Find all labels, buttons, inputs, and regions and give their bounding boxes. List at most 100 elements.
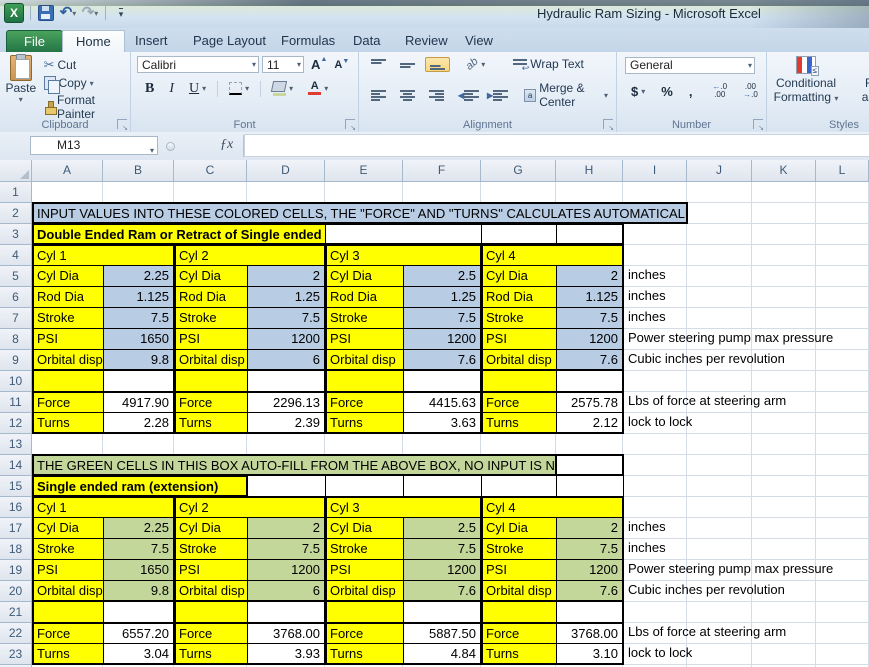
cell-A21[interactable]	[32, 601, 104, 623]
column-header-A[interactable]: A	[32, 160, 103, 182]
cell-G22[interactable]: Force	[481, 622, 557, 644]
cell-G18[interactable]: Stroke	[481, 538, 557, 560]
cell-E12[interactable]: Turns	[325, 412, 404, 434]
cell-C5[interactable]: Cyl Dia	[174, 265, 248, 287]
row-header-3[interactable]: 3	[0, 224, 32, 245]
wrap-text-button[interactable]: Wrap Text	[509, 56, 588, 72]
cell-B20[interactable]: 9.8	[103, 580, 175, 602]
excel-logo-icon[interactable]: X	[4, 4, 24, 22]
cell-I17[interactable]: inches	[623, 517, 869, 539]
cell-H5[interactable]: 2	[556, 265, 624, 287]
cell-H23[interactable]: 3.10	[556, 643, 624, 665]
cell-C23[interactable]: Turns	[174, 643, 248, 665]
save-icon[interactable]	[37, 4, 55, 22]
row-header-23[interactable]: 23	[0, 644, 32, 665]
cell-E8[interactable]: PSI	[325, 328, 404, 350]
conditional-formatting-button[interactable]: Conditional Formatting ▾	[767, 56, 845, 106]
cell-C4[interactable]: Cyl 2	[174, 244, 326, 266]
row-header-8[interactable]: 8	[0, 329, 32, 350]
align-left-button[interactable]	[367, 89, 390, 102]
cell-H17[interactable]: 2	[556, 517, 624, 539]
italic-button[interactable]: I	[165, 81, 178, 97]
cell-A16[interactable]: Cyl 1	[32, 496, 175, 518]
cell-H8[interactable]: 1200	[556, 328, 624, 350]
cell-H21[interactable]	[556, 601, 624, 623]
increase-decimal-button[interactable]: ←.0.00	[708, 82, 731, 100]
cell-A22[interactable]: Force	[32, 622, 104, 644]
format-painter-button[interactable]: Format Painter	[40, 92, 130, 122]
cell-F17[interactable]: 2.5	[403, 517, 482, 539]
cell-D18[interactable]: 7.5	[247, 538, 326, 560]
column-header-D[interactable]: D	[247, 160, 325, 182]
column-header-L[interactable]: L	[816, 160, 869, 182]
row-header-11[interactable]: 11	[0, 392, 32, 413]
decrease-decimal-button[interactable]: .00→.0	[739, 82, 762, 100]
cell-C17[interactable]: Cyl Dia	[174, 517, 248, 539]
formula-input[interactable]	[244, 134, 869, 157]
cell-C16[interactable]: Cyl 2	[174, 496, 326, 518]
row-header-14[interactable]: 14	[0, 455, 32, 476]
cell-D21[interactable]	[247, 601, 326, 623]
cell-F15[interactable]	[403, 475, 482, 497]
cell-I11[interactable]: Lbs of force at steering arm	[623, 391, 869, 413]
merge-center-button[interactable]: aMerge & Center▾	[520, 80, 612, 110]
cell-H15[interactable]	[556, 475, 624, 497]
cell-G5[interactable]: Cyl Dia	[481, 265, 557, 287]
cell-A9[interactable]: Orbital disp	[32, 349, 104, 371]
row-header-19[interactable]: 19	[0, 560, 32, 581]
insert-function-icon[interactable]: ƒx	[220, 137, 233, 153]
redo-dropdown-icon[interactable]: ▾	[94, 9, 98, 18]
cell-B9[interactable]: 9.8	[103, 349, 175, 371]
cell-E17[interactable]: Cyl Dia	[325, 517, 404, 539]
font-dialog-launcher-icon[interactable]	[345, 119, 355, 129]
redo-icon[interactable]: ↷▾	[81, 4, 99, 22]
cell-E16[interactable]: Cyl 3	[325, 496, 482, 518]
cell-F20[interactable]: 7.6	[403, 580, 482, 602]
paste-dropdown-icon[interactable]: ▾	[19, 95, 23, 104]
cell-E7[interactable]: Stroke	[325, 307, 404, 329]
cell-F19[interactable]: 1200	[403, 559, 482, 581]
cell-I12[interactable]: lock to lock	[623, 412, 869, 434]
cell-E6[interactable]: Rod Dia	[325, 286, 404, 308]
row-header-4[interactable]: 4	[0, 245, 32, 266]
column-header-G[interactable]: G	[481, 160, 556, 182]
cell-B12[interactable]: 2.28	[103, 412, 175, 434]
cell-D9[interactable]: 6	[247, 349, 326, 371]
tab-insert[interactable]: Insert	[122, 30, 181, 52]
cell-F18[interactable]: 7.5	[403, 538, 482, 560]
cell-H11[interactable]: 2575.78	[556, 391, 624, 413]
cell-F22[interactable]: 5887.50	[403, 622, 482, 644]
fill-color-button[interactable]: ▾	[268, 80, 297, 97]
cell-G20[interactable]: Orbital disp	[481, 580, 557, 602]
cell-G17[interactable]: Cyl Dia	[481, 517, 557, 539]
cell-D10[interactable]	[247, 370, 326, 392]
tab-home[interactable]: Home	[62, 30, 125, 53]
cell-C22[interactable]: Force	[174, 622, 248, 644]
cell-B23[interactable]: 3.04	[103, 643, 175, 665]
format-as-table-button[interactable]: Format as Table	[845, 56, 869, 106]
font-size-select[interactable]: 11▾	[262, 56, 304, 73]
name-box[interactable]: M13▾	[30, 136, 158, 155]
cell-D6[interactable]: 1.25	[247, 286, 326, 308]
cell-F23[interactable]: 4.84	[403, 643, 482, 665]
cell-E18[interactable]: Stroke	[325, 538, 404, 560]
cell-D7[interactable]: 7.5	[247, 307, 326, 329]
cell-E4[interactable]: Cyl 3	[325, 244, 482, 266]
cell-E23[interactable]: Turns	[325, 643, 404, 665]
cell-E5[interactable]: Cyl Dia	[325, 265, 404, 287]
cell-I23[interactable]: lock to lock	[623, 643, 869, 665]
row-header-21[interactable]: 21	[0, 602, 32, 623]
cell-E10[interactable]	[325, 370, 404, 392]
tab-formulas[interactable]: Formulas	[268, 30, 348, 52]
cell-D11[interactable]: 2296.13	[247, 391, 326, 413]
align-middle-button[interactable]	[396, 58, 419, 71]
row-header-7[interactable]: 7	[0, 308, 32, 329]
column-header-I[interactable]: I	[623, 160, 687, 182]
row-header-10[interactable]: 10	[0, 371, 32, 392]
shrink-font-button[interactable]: A▼	[330, 58, 349, 72]
cell-H20[interactable]: 7.6	[556, 580, 624, 602]
cell-A12[interactable]: Turns	[32, 412, 104, 434]
cell-C10[interactable]	[174, 370, 248, 392]
percent-style-button[interactable]: %	[657, 83, 677, 100]
tab-file[interactable]: File	[6, 30, 63, 53]
